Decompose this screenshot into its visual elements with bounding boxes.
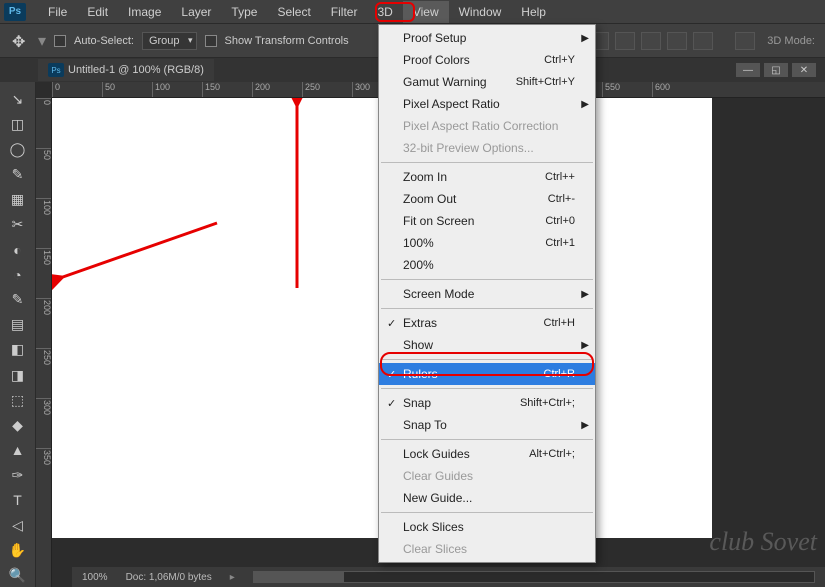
window-close[interactable]: ✕: [791, 62, 817, 78]
group-dropdown[interactable]: Group: [142, 32, 197, 50]
menu-item-snap[interactable]: ✓SnapShift+Ctrl+;: [379, 392, 595, 414]
menu-item-32-bit-preview-options-: 32-bit Preview Options...: [379, 137, 595, 159]
document-title: Untitled-1 @ 100% (RGB/8): [68, 64, 204, 76]
menu-help[interactable]: Help: [511, 1, 556, 23]
menu-item-proof-setup[interactable]: Proof Setup▶: [379, 27, 595, 49]
tool-14[interactable]: ▲: [4, 439, 32, 462]
auto-select-checkbox[interactable]: [54, 35, 66, 47]
tool-11[interactable]: ◨: [4, 364, 32, 387]
tool-17[interactable]: ◁: [4, 514, 32, 537]
window-minimize[interactable]: —: [735, 62, 761, 78]
tool-2[interactable]: ◯: [4, 138, 32, 161]
move-tool-icon: ✥: [12, 32, 30, 50]
menu-item-200-[interactable]: 200%: [379, 254, 595, 276]
menu-edit[interactable]: Edit: [77, 1, 118, 23]
tool-19[interactable]: 🔍: [4, 564, 32, 587]
menu-item-gamut-warning[interactable]: Gamut WarningShift+Ctrl+Y: [379, 71, 595, 93]
menu-item-snap-to[interactable]: Snap To▶: [379, 414, 595, 436]
toolbox: ↘◫◯✎▦✂◐◔✎▤◧◨⬚◆▲✑T◁✋🔍: [0, 82, 36, 587]
menu-image[interactable]: Image: [118, 1, 171, 23]
tool-8[interactable]: ✎: [4, 288, 32, 311]
document-tab[interactable]: Ps Untitled-1 @ 100% (RGB/8): [38, 59, 214, 81]
transform-label: Show Transform Controls: [225, 35, 349, 47]
menu-type[interactable]: Type: [221, 1, 267, 23]
tool-10[interactable]: ◧: [4, 338, 32, 361]
align-icon-3[interactable]: [615, 32, 635, 50]
menu-item-pixel-aspect-ratio[interactable]: Pixel Aspect Ratio▶: [379, 93, 595, 115]
tool-9[interactable]: ▤: [4, 313, 32, 336]
menu-item-new-guide-[interactable]: New Guide...: [379, 487, 595, 509]
menu-window[interactable]: Window: [449, 1, 512, 23]
auto-select-label: Auto-Select:: [74, 35, 134, 47]
tool-15[interactable]: ✑: [4, 464, 32, 487]
horizontal-scrollbar[interactable]: [253, 571, 815, 583]
tool-3[interactable]: ✎: [4, 163, 32, 186]
tool-6[interactable]: ◐: [4, 238, 32, 261]
tool-4[interactable]: ▦: [4, 188, 32, 211]
menu-item-proof-colors[interactable]: Proof ColorsCtrl+Y: [379, 49, 595, 71]
status-bar: 100% Doc: 1,06M/0 bytes ▸: [72, 567, 825, 587]
menu-item-clear-guides: Clear Guides: [379, 465, 595, 487]
align-icon-5[interactable]: [667, 32, 687, 50]
doc-size: Doc: 1,06M/0 bytes: [126, 572, 212, 583]
menu-item-zoom-in[interactable]: Zoom InCtrl++: [379, 166, 595, 188]
align-icon-4[interactable]: [641, 32, 661, 50]
tool-16[interactable]: T: [4, 489, 32, 512]
menu-item-pixel-aspect-ratio-correction: Pixel Aspect Ratio Correction: [379, 115, 595, 137]
view-dropdown-menu: Proof Setup▶Proof ColorsCtrl+YGamut Warn…: [378, 24, 596, 563]
menu-layer[interactable]: Layer: [171, 1, 221, 23]
menu-item-rulers[interactable]: ✓RulersCtrl+R: [379, 363, 595, 385]
tool-7[interactable]: ◔: [4, 263, 32, 286]
ruler-vertical[interactable]: 050100150200250300350: [36, 98, 52, 587]
menu-item-100-[interactable]: 100%Ctrl+1: [379, 232, 595, 254]
tool-1[interactable]: ◫: [4, 113, 32, 136]
menu-file[interactable]: File: [38, 1, 77, 23]
app-logo: Ps: [4, 3, 26, 21]
align-icon-6[interactable]: [693, 32, 713, 50]
menu-item-show[interactable]: Show▶: [379, 334, 595, 356]
menubar: Ps FileEditImageLayerTypeSelectFilter3DV…: [0, 0, 825, 24]
menu-select[interactable]: Select: [267, 1, 320, 23]
distrib-icon[interactable]: [735, 32, 755, 50]
menu-view[interactable]: View: [403, 1, 449, 23]
transform-checkbox[interactable]: [205, 35, 217, 47]
tool-13[interactable]: ◆: [4, 414, 32, 437]
menu-item-extras[interactable]: ✓ExtrasCtrl+H: [379, 312, 595, 334]
menu-item-lock-guides[interactable]: Lock GuidesAlt+Ctrl+;: [379, 443, 595, 465]
menu-item-lock-slices[interactable]: Lock Slices: [379, 516, 595, 538]
tool-12[interactable]: ⬚: [4, 389, 32, 412]
menu-item-clear-slices: Clear Slices: [379, 538, 595, 560]
3d-mode-label: 3D Mode:: [767, 35, 815, 47]
menu-3d[interactable]: 3D: [367, 1, 402, 23]
menu-filter[interactable]: Filter: [321, 1, 368, 23]
tool-0[interactable]: ↘: [4, 88, 32, 111]
menu-item-zoom-out[interactable]: Zoom OutCtrl+-: [379, 188, 595, 210]
zoom-level[interactable]: 100%: [82, 572, 108, 583]
tool-18[interactable]: ✋: [4, 539, 32, 562]
menu-item-fit-on-screen[interactable]: Fit on ScreenCtrl+0: [379, 210, 595, 232]
menu-item-screen-mode[interactable]: Screen Mode▶: [379, 283, 595, 305]
tool-5[interactable]: ✂: [4, 213, 32, 236]
window-restore[interactable]: ◱: [763, 62, 789, 78]
